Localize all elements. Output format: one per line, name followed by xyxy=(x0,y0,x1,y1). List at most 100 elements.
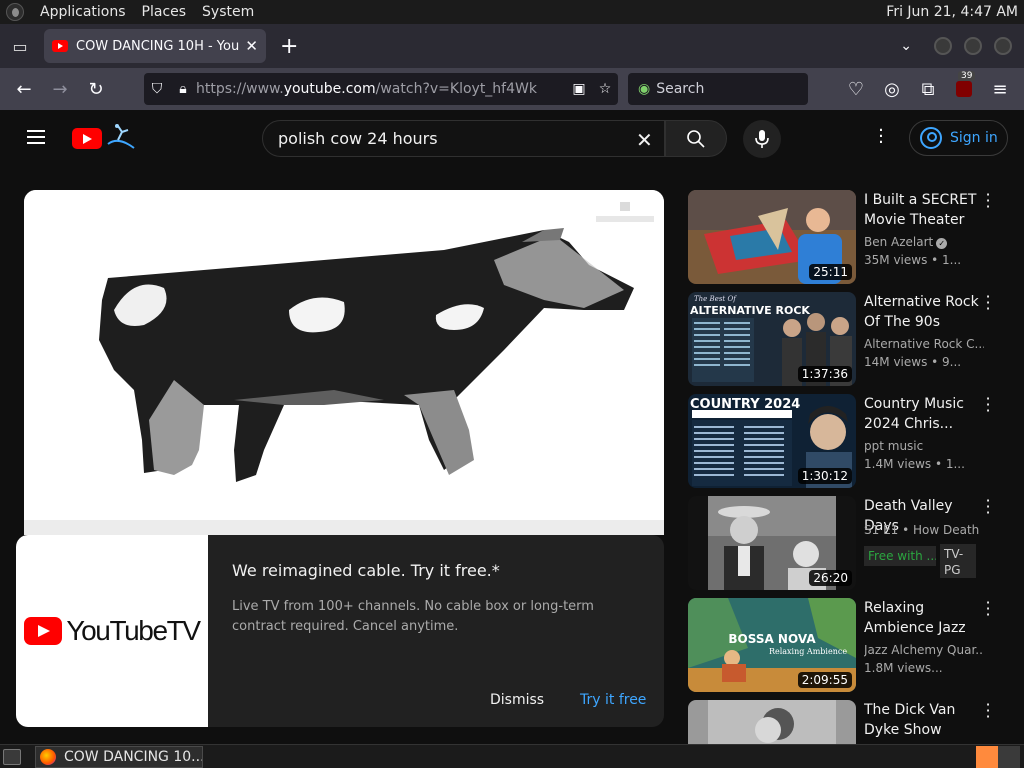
video-thumbnail[interactable] xyxy=(688,700,856,744)
video-thumbnail[interactable]: 25:11 xyxy=(688,190,856,284)
system-top-panel: Applications Places System Fri Jun 21, 4… xyxy=(0,0,1024,24)
person-icon xyxy=(920,127,942,149)
sign-in-button[interactable]: Sign in xyxy=(909,120,1008,156)
youtube-tv-brand: YouTubeTV xyxy=(66,615,201,646)
workspace-1[interactable] xyxy=(976,745,998,768)
forward-button[interactable]: → xyxy=(42,71,78,107)
youtube-logo-icon[interactable] xyxy=(72,128,102,149)
reload-button[interactable]: ↻ xyxy=(78,71,114,107)
more-actions-icon[interactable]: · · · xyxy=(983,595,993,623)
toolbar-icons: ♡ ◎ ⧉ 39 ≡ xyxy=(838,71,1018,107)
url-text[interactable]: https://www.youtube.com/watch?v=Kloyt_hf… xyxy=(196,81,566,97)
close-window-button[interactable] xyxy=(994,37,1012,55)
ublock-badge: 39 xyxy=(958,71,976,81)
ublock-icon: 39 xyxy=(956,71,976,97)
minimize-button[interactable] xyxy=(934,37,952,55)
video-duration: 2:09:55 xyxy=(797,672,852,688)
youtube-favicon-icon xyxy=(52,40,68,52)
bookmark-star-icon[interactable]: ☆ xyxy=(592,81,618,97)
taskbar-window-label: COW DANCING 10... xyxy=(64,748,202,765)
sign-in-label: Sign in xyxy=(950,130,998,146)
watermark-logo xyxy=(596,202,654,222)
workspace-2[interactable] xyxy=(998,746,1020,768)
video-title[interactable]: I Built a SECRET Movie Theater i... xyxy=(864,190,982,230)
more-actions-icon[interactable]: · · · xyxy=(983,289,993,317)
video-meta: 1.8M views... xyxy=(864,661,943,675)
video-title[interactable]: Relaxing Ambience Jazz ... xyxy=(864,598,982,638)
recommendation-item[interactable]: The Best Of ALTERNATIVE ROCK 1:37:36 Alt… xyxy=(688,289,1008,388)
lock-icon[interactable]: 🔒︎ xyxy=(170,81,196,97)
video-thumbnail[interactable]: The Best Of ALTERNATIVE ROCK 1:37:36 xyxy=(688,292,856,386)
account-icon[interactable]: ◎ xyxy=(874,71,910,107)
video-title[interactable]: Alternative Rock Of The 90s 200... xyxy=(864,292,982,332)
dismiss-button[interactable]: Dismiss xyxy=(490,692,544,708)
channel-name[interactable]: Ben Azelart ✓ xyxy=(864,235,984,249)
youtube-tv-logo: YouTubeTV xyxy=(16,535,208,727)
youtube-tv-play-icon xyxy=(24,617,63,645)
tab-youtube[interactable]: COW DANCING 10H - YouTube ✕ xyxy=(44,29,266,63)
video-duration: 1:30:12 xyxy=(797,468,852,484)
recommendation-item[interactable]: 26:20 Death Valley Days S1 E1 • How Deat… xyxy=(688,493,1008,592)
more-actions-icon[interactable]: · · · xyxy=(983,391,993,419)
recommendation-item[interactable]: COUNTRY 2024 1:30:12 Country Music 2024 … xyxy=(688,391,1008,490)
more-actions-icon[interactable]: · · · xyxy=(983,187,993,215)
voice-search-button[interactable] xyxy=(743,120,781,158)
video-thumbnail[interactable]: BOSSA NOVA Relaxing Ambience 2:09:55 xyxy=(688,598,856,692)
video-duration: 25:11 xyxy=(809,264,852,280)
tab-overview-icon[interactable]: ▭ xyxy=(0,24,40,68)
video-player[interactable] xyxy=(24,190,664,535)
browser-search-field[interactable]: ◉ Search xyxy=(628,73,808,105)
url-bar[interactable]: ⛉ 🔒︎ https://www.youtube.com/watch?v=Klo… xyxy=(144,73,618,105)
reader-view-icon[interactable]: ▣ xyxy=(566,81,592,97)
more-actions-icon[interactable]: · · · xyxy=(983,493,993,521)
video-title[interactable]: Country Music 2024 Chris... xyxy=(864,394,982,434)
panel-clock[interactable]: Fri Jun 21, 4:47 AM xyxy=(886,4,1018,20)
show-desktop-icon[interactable] xyxy=(3,748,21,765)
taskbar-window-button[interactable]: COW DANCING 10... xyxy=(35,745,203,768)
maximize-button[interactable] xyxy=(964,37,982,55)
hamburger-menu-icon[interactable]: ≡ xyxy=(982,71,1018,107)
channel-name[interactable]: Alternative Rock C... xyxy=(864,337,984,351)
try-it-free-button[interactable]: Try it free xyxy=(580,692,646,708)
extensions-icon[interactable]: ⧉ xyxy=(910,71,946,107)
doodle-icon[interactable] xyxy=(104,122,138,152)
recommendation-item[interactable]: 25:11 I Built a SECRET Movie Theater i..… xyxy=(688,187,1008,286)
thumbnail-text: COUNTRY 2024 xyxy=(690,397,800,412)
list-all-tabs-button[interactable]: ⌄ xyxy=(900,38,912,54)
more-actions-icon[interactable]: · · · xyxy=(983,700,993,725)
gnome-foot-icon[interactable] xyxy=(6,3,24,21)
rating-badge: TV-PG xyxy=(940,544,976,578)
youtube-search-button[interactable] xyxy=(665,120,727,157)
video-duration: 26:20 xyxy=(809,570,852,586)
guide-menu-icon[interactable] xyxy=(27,130,45,144)
tab-close-icon[interactable]: ✕ xyxy=(245,37,258,55)
free-with-ads-badge: Free with ... xyxy=(864,546,936,566)
back-button[interactable]: ← xyxy=(6,71,42,107)
pocket-icon[interactable]: ♡ xyxy=(838,71,874,107)
video-title[interactable]: The Dick Van Dyke Show xyxy=(864,700,982,740)
menu-applications[interactable]: Applications xyxy=(40,4,126,20)
thumbnail-text: ALTERNATIVE ROCK xyxy=(690,304,810,317)
youtube-search-input[interactable]: polish cow 24 hours xyxy=(262,120,665,157)
channel-name[interactable]: ppt music xyxy=(864,439,984,453)
video-duration: 1:37:36 xyxy=(797,366,852,382)
thumbnail-subtext: Relaxing Ambience xyxy=(769,647,847,656)
video-thumbnail[interactable]: 26:20 xyxy=(688,496,856,590)
channel-name[interactable]: Jazz Alchemy Quar... xyxy=(864,643,984,657)
clear-search-icon[interactable]: ✕ xyxy=(636,128,653,152)
shield-icon[interactable]: ⛉ xyxy=(144,81,170,97)
ublock-extension-button[interactable]: 39 xyxy=(946,71,982,107)
settings-kebab-icon[interactable]: · · · xyxy=(875,122,887,152)
new-tab-button[interactable]: + xyxy=(280,34,298,59)
video-thumbnail[interactable]: COUNTRY 2024 1:30:12 xyxy=(688,394,856,488)
browser-nav-bar: ← → ↻ ⛉ 🔒︎ https://www.youtube.com/watch… xyxy=(0,68,1024,110)
system-menus: Applications Places System xyxy=(6,3,270,21)
menu-places[interactable]: Places xyxy=(142,4,187,20)
workspace-switcher[interactable] xyxy=(976,745,1020,768)
menu-system[interactable]: System xyxy=(202,4,254,20)
episode-info: S1 E1 • How Death xyxy=(864,523,980,537)
recommendation-item[interactable]: BOSSA NOVA Relaxing Ambience 2:09:55 Rel… xyxy=(688,595,1008,694)
thumbnail-subtext: The Best Of xyxy=(694,295,737,303)
recommendation-item[interactable]: The Dick Van Dyke Show · · · xyxy=(688,700,1008,744)
cow-video-frame xyxy=(24,190,664,535)
